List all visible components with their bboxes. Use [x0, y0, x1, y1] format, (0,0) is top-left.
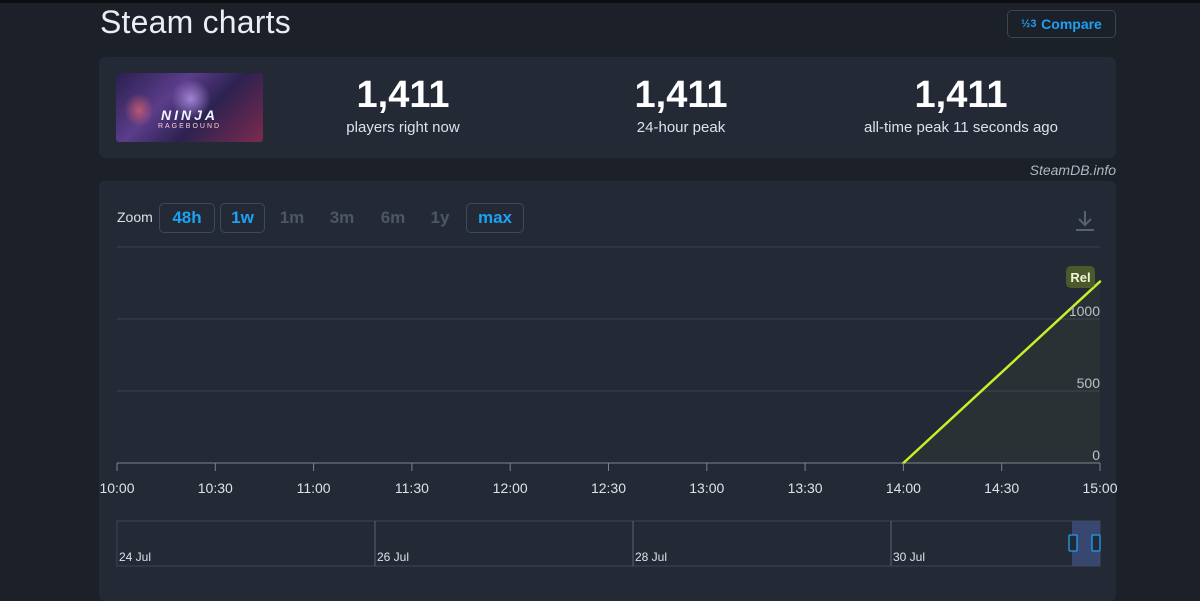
navigator	[116, 520, 1101, 567]
x-tick-label: 12:30	[591, 480, 626, 496]
y-tick-label: 1000	[1069, 303, 1100, 319]
x-tick-label: 11:30	[395, 480, 429, 496]
navigator-handle[interactable]	[1091, 534, 1101, 552]
x-tick-label: 13:00	[689, 480, 724, 496]
x-tick-label: 15:00	[1082, 480, 1117, 496]
navigator-handle[interactable]	[1068, 534, 1078, 552]
y-tick-label: 0	[1092, 447, 1100, 463]
y-tick-label: 500	[1077, 375, 1101, 391]
player-count-chart: 10:00 10:30 11:00 11:30 12:00 12:30 13:00 13:30…	[99, 246, 1118, 567]
navigator-label: 24 Jul	[119, 550, 151, 564]
navigator-label: 28 Jul	[635, 550, 667, 564]
x-tick-label: 12:00	[493, 480, 528, 496]
navigator-label: 30 Jul	[893, 550, 925, 564]
release-marker-label: Rel	[1070, 270, 1090, 285]
x-tick-label: 10:00	[99, 480, 134, 496]
x-tick-label: 14:30	[984, 480, 1019, 496]
x-tick-label: 13:30	[788, 480, 823, 496]
navigator-label: 26 Jul	[377, 550, 409, 564]
x-tick-label: 14:00	[886, 480, 921, 496]
x-tick-label: 11:00	[297, 480, 331, 496]
x-tick-label: 10:30	[198, 480, 233, 496]
